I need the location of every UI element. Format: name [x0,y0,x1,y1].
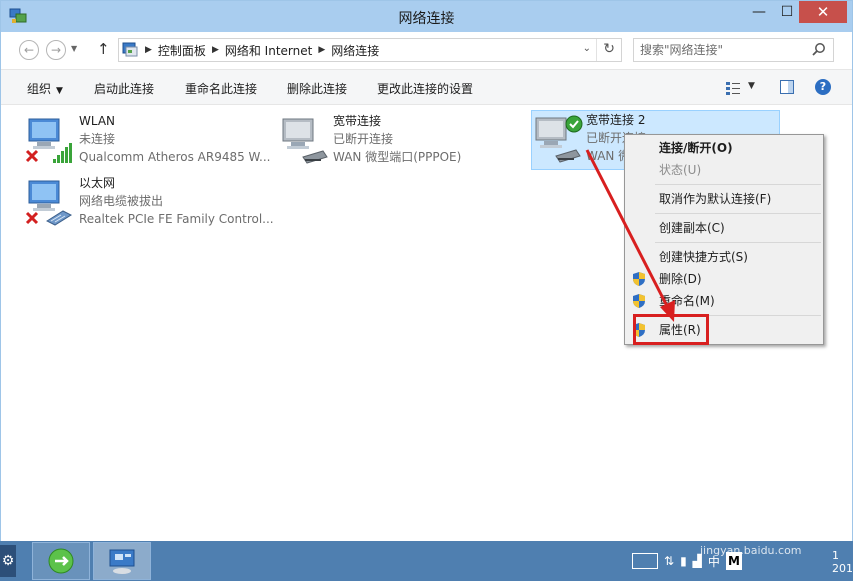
connection-text: 以太网 网络电缆被拔出 Realtek PCIe FE Family Contr… [79,174,274,228]
search-input[interactable] [634,39,809,61]
search-icon[interactable] [811,42,827,58]
address-bar-row: ← → ▼ ↑ ▶ 控制面板 ▶ 网络和 Internet ▶ 网络连接 ⌄ ↻ [1,32,852,68]
chevron-down-icon[interactable]: ⌄ [583,43,591,54]
menu-item-label: 重命名(M) [659,294,715,308]
rename-connection-button[interactable]: 重命名此连接 [185,80,257,97]
connection-text: WLAN 未连接 Qualcomm Atheros AR9485 W... [79,112,270,166]
menu-separator [655,184,821,185]
broadband-icon [535,115,583,163]
clock-time: 1 [832,549,839,562]
menu-item-delete[interactable]: 删除(D) [625,268,823,290]
connection-item-ethernet[interactable]: 以太网 网络电缆被拔出 Realtek PCIe FE Family Contr… [25,174,275,232]
touch-keyboard-icon[interactable] [632,553,658,569]
connection-device: Realtek PCIe FE Family Control... [79,212,274,226]
chevron-right-icon: ▶ [211,45,219,55]
connection-status: 网络电缆被拔出 [79,194,164,208]
network-tray-icon[interactable]: ⇅ [664,554,674,568]
menu-item-label: 取消作为默认连接(F) [659,192,772,206]
taskbar-app-control-panel[interactable] [93,542,151,580]
connection-device: WAN 微型端口(PPPOE) [333,150,462,164]
chevron-right-icon: ▶ [318,45,326,55]
start-connection-button[interactable]: 启动此连接 [94,80,154,97]
menu-item-label: 创建快捷方式(S) [659,250,748,264]
address-divider [596,39,597,61]
watermark-text: jingyan.baidu.com [700,544,802,557]
menu-item-connect-disconnect[interactable]: 连接/断开(O) [625,137,823,159]
connection-device: Qualcomm Atheros AR9485 W... [79,150,271,164]
address-box[interactable]: ▶ 控制面板 ▶ 网络和 Internet ▶ 网络连接 ⌄ ↻ [118,38,622,62]
connection-item-broadband[interactable]: 宽带连接 已断开连接 WAN 微型端口(PPPOE) [279,112,509,170]
maximize-button[interactable]: ☐ [773,1,801,23]
menu-item-label: 状态(U) [659,163,702,177]
change-view-icon[interactable] [725,80,741,96]
properties-highlight-box [633,314,709,345]
broadband-icon [282,118,328,164]
browser-icon [48,548,74,574]
ethernet-adapter-icon [25,180,73,226]
wifi-adapter-icon [25,118,72,163]
window-title: 网络连接 [398,11,455,27]
settings-gear-icon[interactable]: ⚙ [0,545,16,577]
back-button[interactable]: ← [19,40,39,60]
connection-item-wlan[interactable]: WLAN 未连接 Qualcomm Atheros AR9485 W... [25,112,275,170]
clock[interactable]: 1 201 [832,549,853,575]
uac-shield-icon [633,294,645,308]
breadcrumb-control-panel[interactable]: 控制面板 [158,42,206,59]
menu-item-status: 状态(U) [625,159,823,181]
recent-locations-dropdown[interactable]: ▼ [71,44,77,53]
menu-item-label: 删除(D) [659,272,702,286]
battery-icon[interactable]: ▮ [680,554,687,568]
menu-item-rename[interactable]: 重命名(M) [625,290,823,312]
organize-button[interactable]: 组织 ▼ [27,80,63,97]
clock-date: 201 [832,562,853,575]
refresh-icon[interactable]: ↻ [603,41,615,57]
menu-separator [655,242,821,243]
taskbar-app-browser[interactable] [32,542,90,580]
organize-label: 组织 [27,82,52,96]
command-bar: 组织 ▼ 启动此连接 重命名此连接 删除此连接 更改此连接的设置 ▼ ? [1,69,852,105]
control-panel-icon [109,549,135,574]
connection-status: 未连接 [79,132,116,146]
help-icon[interactable]: ? [815,79,831,95]
caret-down-icon: ▼ [56,86,63,96]
menu-item-create-shortcut[interactable]: 创建快捷方式(S) [625,246,823,268]
connection-name: WLAN [79,114,116,128]
change-settings-button[interactable]: 更改此连接的设置 [377,80,473,97]
menu-separator [655,213,821,214]
close-button[interactable]: ✕ [799,1,847,23]
view-options-dropdown[interactable]: ▼ [748,81,755,91]
menu-item-label: 创建副本(C) [659,221,725,235]
connection-name: 宽带连接 2 [586,113,646,127]
breadcrumb-network-connections[interactable]: 网络连接 [331,42,379,59]
connection-name: 宽带连接 [333,114,382,128]
title-bar[interactable]: 网络连接 — ☐ ✕ [1,1,852,32]
connection-name: 以太网 [79,176,116,190]
uac-shield-icon [633,272,645,286]
connection-status: 已断开连接 [333,132,394,146]
menu-item-cancel-default[interactable]: 取消作为默认连接(F) [625,188,823,210]
delete-connection-button[interactable]: 删除此连接 [287,80,347,97]
up-button[interactable]: ↑ [97,40,110,58]
menu-item-create-copy[interactable]: 创建副本(C) [625,217,823,239]
chevron-right-icon: ▶ [145,45,152,55]
preview-pane-icon[interactable] [779,79,795,95]
search-box[interactable] [633,38,834,62]
forward-button[interactable]: → [46,40,66,60]
connection-text: 宽带连接 已断开连接 WAN 微型端口(PPPOE) [333,112,461,166]
minimize-button[interactable]: — [745,1,773,23]
menu-item-label: 连接/断开(O) [659,141,733,155]
control-panel-icon [122,42,138,57]
breadcrumb-network-internet[interactable]: 网络和 Internet [225,42,312,59]
